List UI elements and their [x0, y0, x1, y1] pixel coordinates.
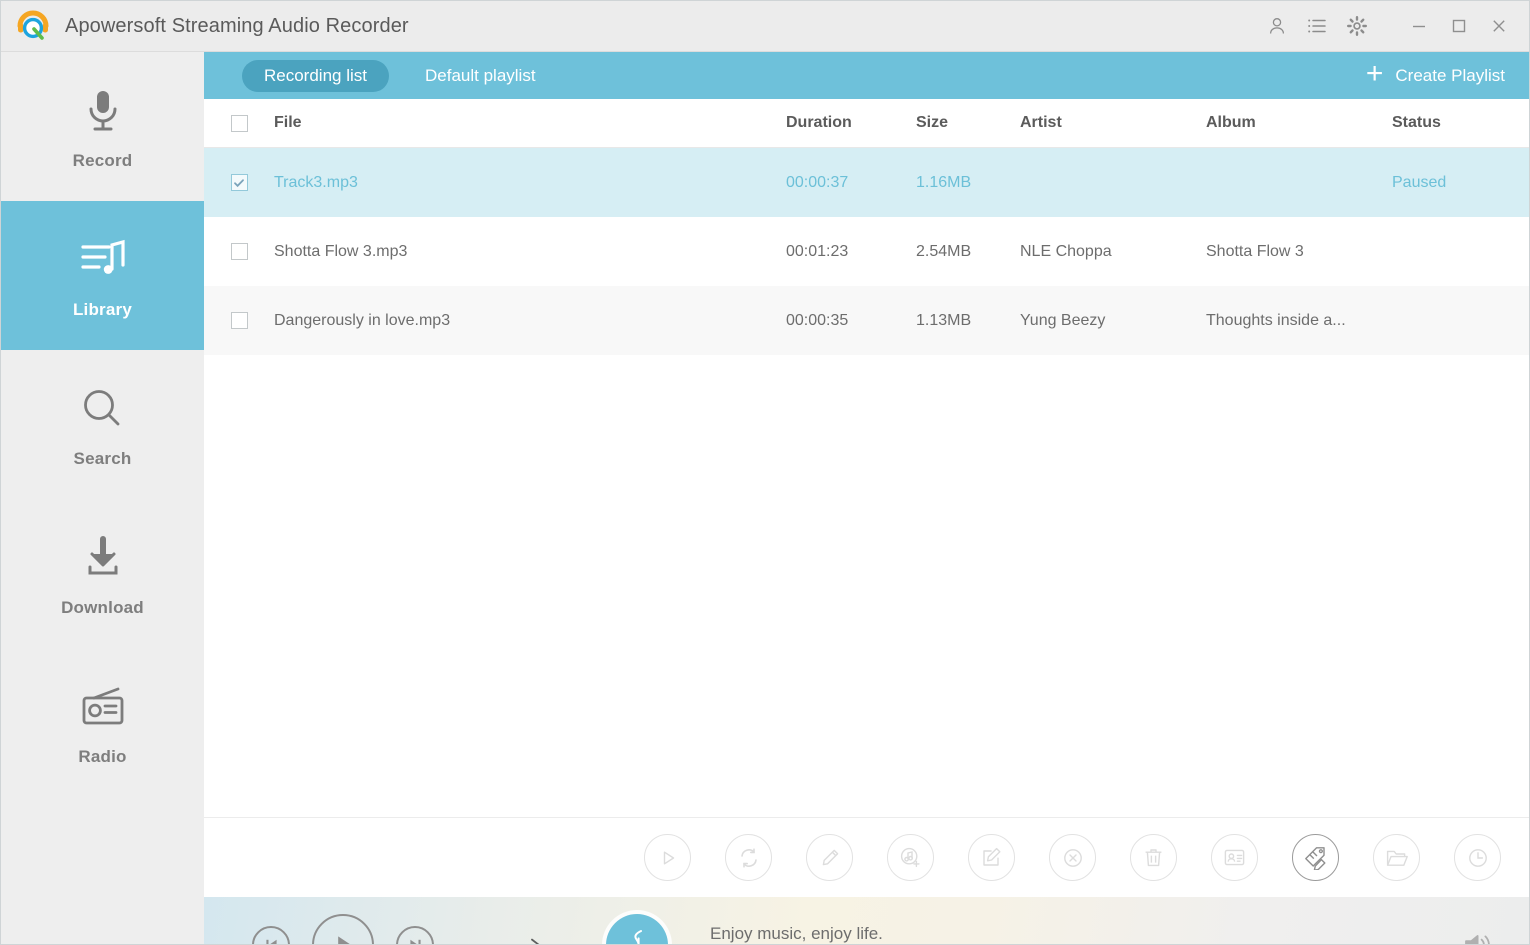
application-window: Apowersoft Streaming Audio Recorder Reco… — [0, 0, 1530, 945]
tab-recording-list[interactable]: Recording list — [242, 59, 389, 92]
album-art[interactable] — [606, 913, 668, 944]
page-title: Apowersoft Streaming Audio Recorder — [65, 14, 409, 37]
row-checkbox[interactable] — [230, 312, 248, 329]
sidebar-item-label: Library — [72, 300, 133, 319]
table-row[interactable]: Shotta Flow 3.mp3 00:01:23 2.54MB NLE Ch… — [204, 217, 1529, 286]
table-header: File Duration Size Artist Album Status — [204, 99, 1529, 148]
delete-button[interactable] — [1130, 834, 1177, 881]
sidebar-item-label: Radio — [78, 747, 127, 766]
add-to-playlist-button[interactable] — [887, 834, 934, 881]
rename-button[interactable] — [806, 834, 853, 881]
playlist-note-icon — [79, 231, 127, 289]
tab-bar: Recording list Default playlist + Create… — [204, 52, 1529, 99]
row-checkbox-cell — [204, 174, 274, 191]
cell-status: Paused — [1392, 173, 1447, 191]
row-checkbox[interactable] — [230, 243, 248, 260]
download-icon — [80, 529, 126, 587]
sidebar: Record Library Search Download Radio — [1, 52, 204, 944]
table-row[interactable]: Dangerously in love.mp3 00:00:35 1.13MB … — [204, 286, 1529, 355]
cell-album: Thoughts inside a... — [1206, 311, 1346, 329]
minimize-button[interactable] — [1399, 6, 1439, 46]
column-header-status[interactable]: Status — [1392, 114, 1522, 132]
window-tools — [1257, 1, 1529, 51]
maximize-button[interactable] — [1439, 6, 1479, 46]
gear-icon[interactable] — [1337, 6, 1377, 46]
open-folder-button[interactable] — [1373, 834, 1420, 881]
tab-default-playlist[interactable]: Default playlist — [403, 60, 558, 92]
magnifier-icon — [80, 380, 126, 438]
plus-icon: + — [1365, 57, 1384, 90]
remove-button[interactable] — [1049, 834, 1096, 881]
microphone-icon — [82, 82, 124, 140]
speaker-icon[interactable] — [1463, 930, 1495, 944]
sidebar-item-library[interactable]: Library — [1, 201, 204, 350]
cell-file: Shotta Flow 3.mp3 — [274, 242, 408, 260]
track-info: Enjoy music, enjoy life. — [710, 924, 1463, 945]
row-checkbox-cell — [204, 312, 274, 329]
sidebar-item-label: Record — [72, 151, 133, 170]
cell-artist: NLE Choppa — [1020, 242, 1112, 260]
file-list: File Duration Size Artist Album Status T… — [204, 99, 1529, 817]
cell-artist: Yung Beezy — [1020, 311, 1106, 329]
title-bar: Apowersoft Streaming Audio Recorder — [1, 1, 1529, 52]
cell-duration: 00:00:37 — [786, 173, 849, 191]
account-icon[interactable] — [1257, 6, 1297, 46]
select-all-checkbox-cell — [204, 114, 274, 132]
play-button[interactable] — [312, 913, 374, 944]
row-checkbox[interactable] — [230, 174, 248, 191]
sequential-arrow-icon[interactable] — [498, 936, 544, 944]
skip-next-icon[interactable] — [396, 925, 434, 944]
edit-tag-button[interactable] — [968, 834, 1015, 881]
tag-pencil-button[interactable] — [1292, 834, 1339, 881]
column-header-album[interactable]: Album — [1206, 114, 1392, 132]
skip-previous-icon[interactable] — [252, 925, 290, 944]
convert-button[interactable] — [725, 834, 772, 881]
id3-info-button[interactable] — [1211, 834, 1258, 881]
window-controls — [1399, 6, 1519, 46]
column-header-duration[interactable]: Duration — [786, 114, 916, 132]
close-button[interactable] — [1479, 6, 1519, 46]
sidebar-item-radio[interactable]: Radio — [1, 648, 204, 797]
list-menu-icon[interactable] — [1297, 6, 1337, 46]
radio-icon — [78, 678, 128, 736]
column-header-size[interactable]: Size — [916, 114, 1020, 132]
cell-size: 1.16MB — [916, 173, 972, 191]
sidebar-item-search[interactable]: Search — [1, 350, 204, 499]
sidebar-item-label: Search — [73, 449, 132, 468]
play-button[interactable] — [644, 834, 691, 881]
track-title: Enjoy music, enjoy life. — [710, 923, 883, 943]
history-button[interactable] — [1454, 834, 1501, 881]
column-header-artist[interactable]: Artist — [1020, 114, 1206, 132]
row-checkbox-cell — [204, 243, 274, 260]
cell-file: Dangerously in love.mp3 — [274, 311, 451, 329]
sidebar-item-download[interactable]: Download — [1, 499, 204, 648]
cell-duration: 00:01:23 — [786, 242, 849, 260]
create-playlist-button[interactable]: + Create Playlist — [1365, 57, 1505, 90]
cell-file: Track3.mp3 — [274, 173, 358, 191]
column-header-file[interactable]: File — [274, 114, 786, 132]
create-playlist-label: Create Playlist — [1395, 65, 1505, 85]
main-panel: Recording list Default playlist + Create… — [204, 52, 1529, 945]
apowersoft-logo-icon — [15, 8, 51, 44]
player-bar: Enjoy music, enjoy life. — [204, 897, 1529, 945]
sidebar-item-record[interactable]: Record — [1, 52, 204, 201]
table-row[interactable]: Track3.mp3 00:00:37 1.16MB Paused — [204, 148, 1529, 217]
sidebar-item-label: Download — [61, 598, 144, 617]
cell-album: Shotta Flow 3 — [1206, 242, 1304, 260]
cell-duration: 00:00:35 — [786, 311, 849, 329]
cell-size: 1.13MB — [916, 311, 972, 329]
select-all-checkbox[interactable] — [230, 114, 248, 132]
cell-size: 2.54MB — [916, 242, 972, 260]
action-toolbar — [204, 817, 1529, 897]
